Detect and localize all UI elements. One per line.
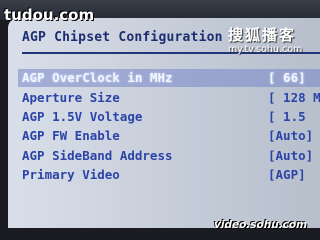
bios-item-agp-fw-enable[interactable]: AGP FW Enable [Auto] xyxy=(22,128,320,148)
bios-item-agp-overclock[interactable]: AGP OverClock in MHz [ 66] xyxy=(18,69,320,90)
bios-item-value[interactable]: [Auto] xyxy=(268,148,313,163)
bios-item-agp-sideband[interactable]: AGP SideBand Address [Auto] xyxy=(22,148,320,168)
bios-item-label: AGP OverClock in MHz xyxy=(22,70,173,85)
page-title: AGP Chipset Configuration xyxy=(22,30,223,45)
bios-item-label: Primary Video xyxy=(22,167,120,182)
bios-item-label: AGP SideBand Address xyxy=(22,148,173,163)
bios-item-aperture-size[interactable]: Aperture Size [ 128 M xyxy=(22,90,320,110)
bios-item-value[interactable]: [ 66] xyxy=(268,70,306,85)
tudou-watermark: tudou.com xyxy=(4,6,95,24)
bios-item-value[interactable]: [ 128 M xyxy=(268,90,320,105)
bios-item-agp-voltage[interactable]: AGP 1.5V Voltage [ 1.5 xyxy=(22,109,320,129)
bios-item-label: Aperture Size xyxy=(22,90,120,105)
bios-item-value[interactable]: [Auto] xyxy=(268,128,313,143)
bios-item-label: AGP FW Enable xyxy=(22,128,120,143)
video-sohu-watermark: video.sohu.com xyxy=(214,219,308,231)
sohu-watermark-url: my.tv.sohu.com xyxy=(228,44,303,55)
sohu-watermark-title: 搜狐播客 xyxy=(228,26,297,44)
bios-item-value[interactable]: [AGP] xyxy=(268,167,306,182)
bios-item-label: AGP 1.5V Voltage xyxy=(22,109,143,124)
bios-item-primary-video[interactable]: Primary Video [AGP] xyxy=(22,167,320,187)
bios-item-value[interactable]: [ 1.5 xyxy=(268,109,306,124)
